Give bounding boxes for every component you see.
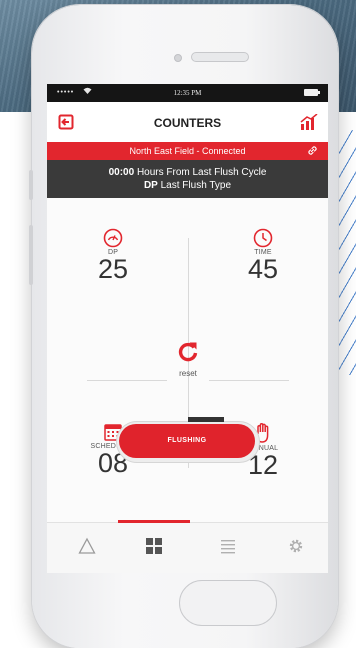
status-bar: ••••• 12:35 PM xyxy=(47,84,328,102)
speaker xyxy=(191,52,249,62)
gear-icon xyxy=(289,539,303,553)
flush-type-value: DP xyxy=(143,180,158,191)
nav-bar: COUNTERS xyxy=(47,102,328,142)
grid-icon xyxy=(146,538,162,554)
clock-icon xyxy=(253,228,273,248)
list-icon xyxy=(221,540,235,554)
connection-status: North East Field - Connected xyxy=(129,146,246,156)
side-button xyxy=(29,170,33,200)
link-icon[interactable] xyxy=(307,145,318,159)
reset-label: reset xyxy=(179,369,197,378)
tab-settings[interactable] xyxy=(281,537,311,559)
refresh-icon xyxy=(178,342,198,362)
counter-time[interactable]: TIME 45 xyxy=(213,228,313,284)
home-button[interactable] xyxy=(179,580,277,626)
tab-alert[interactable] xyxy=(72,537,102,559)
flush-control: FLUSHING xyxy=(116,417,260,463)
hours-label: Hours From Last Flush Cycle xyxy=(136,167,267,178)
active-tab-indicator xyxy=(118,520,190,523)
flush-indicator xyxy=(188,417,224,422)
tab-dashboard[interactable] xyxy=(139,537,169,559)
tab-bar xyxy=(47,520,328,573)
connection-banner: North East Field - Connected xyxy=(47,142,328,160)
triangle-icon xyxy=(78,537,96,554)
counter-dp[interactable]: DP 25 xyxy=(63,228,163,284)
counter-time-value: 45 xyxy=(247,254,279,284)
gauge-icon xyxy=(103,228,123,248)
battery-icon xyxy=(304,89,320,96)
last-flush-type: DP Last Flush Type xyxy=(47,180,328,191)
flushing-button[interactable]: FLUSHING xyxy=(119,424,255,458)
counter-dp-value: 25 xyxy=(97,254,129,284)
page-title: COUNTERS xyxy=(153,116,222,130)
last-flush-info: 00:00 Hours From Last Flush Cycle DP Las… xyxy=(47,160,328,198)
volume-button xyxy=(29,225,33,285)
divider-horizontal-left xyxy=(87,380,167,381)
chart-icon[interactable] xyxy=(300,113,318,135)
hours-value: 00:00 xyxy=(108,167,135,178)
reset-button[interactable]: reset xyxy=(168,340,208,378)
app-screen: ••••• 12:35 PM COUNTERS North East Field… xyxy=(47,84,328,573)
status-time: 12:35 PM xyxy=(173,89,202,97)
front-camera xyxy=(174,54,182,62)
divider-horizontal-right xyxy=(209,380,289,381)
tab-list[interactable] xyxy=(213,537,243,559)
hours-since-flush: 00:00 Hours From Last Flush Cycle xyxy=(47,167,328,178)
flush-type-label: Last Flush Type xyxy=(160,180,232,191)
